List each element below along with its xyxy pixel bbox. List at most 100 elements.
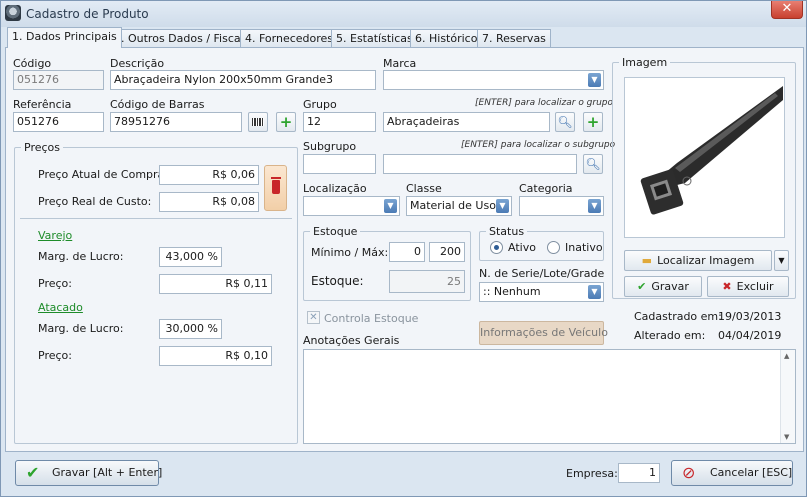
gravar-button[interactable]: ✔ Gravar [Alt + Enter] xyxy=(15,460,162,486)
subgrupo-name-field[interactable] xyxy=(383,154,577,174)
veiculo-button[interactable]: Informações de Veículo xyxy=(479,321,608,345)
varejo-margem-label: Marg. de Lucro: xyxy=(38,250,124,263)
referencia-label: Referência xyxy=(13,98,72,111)
tab-dados-principais[interactable]: 1. Dados Principais xyxy=(7,27,122,48)
tab-fornecedores[interactable]: 4. Fornecedores xyxy=(240,29,339,48)
tab-outros-dados-fiscais[interactable]: 2. Outros Dados / Fiscais xyxy=(109,29,255,48)
cable-tie-image xyxy=(640,86,783,215)
grupo-code-field[interactable]: 12 xyxy=(303,112,376,132)
estoque-max-field[interactable]: 200 xyxy=(429,242,465,262)
codigo-label: Código xyxy=(13,57,52,70)
x-icon: ✖ xyxy=(722,280,732,293)
clear-prices-button[interactable] xyxy=(264,165,287,211)
check-icon: ✔ xyxy=(26,463,40,482)
referencia-field[interactable]: 051276 xyxy=(13,112,104,132)
descricao-field[interactable]: Abraçadeira Nylon 200x50mm Grande3 xyxy=(110,70,376,90)
add-grupo-button[interactable]: + xyxy=(583,112,603,132)
scroll-down-icon: ▼ xyxy=(784,433,790,441)
add-barcode-button[interactable]: + xyxy=(276,112,296,132)
barcode-button[interactable] xyxy=(248,112,268,132)
codigo-barras-field[interactable]: 78951276 xyxy=(110,112,242,132)
controla-estoque-checkbox[interactable]: ✕ xyxy=(307,311,320,324)
localizar-imagem-button[interactable]: ▬ Localizar Imagem xyxy=(624,250,772,271)
codigo-field[interactable]: 051276 xyxy=(13,70,104,90)
tab-historico[interactable]: 6. Histórico xyxy=(410,29,483,48)
alterado-value: 04/04/2019 xyxy=(718,329,782,342)
marca-label: Marca xyxy=(383,57,417,70)
scroll-up-icon: ▲ xyxy=(784,352,790,360)
grupo-name-field[interactable]: Abraçadeiras xyxy=(383,112,550,132)
anotacoes-textarea[interactable]: ▲ ▼ xyxy=(303,349,796,444)
localizacao-select[interactable]: ▼ xyxy=(303,196,400,216)
alterado-label: Alterado em: xyxy=(634,329,706,342)
cancelar-button[interactable]: ⊘ Cancelar [ESC] xyxy=(671,460,793,486)
estoque-group: Estoque Mínimo / Máx: 0 200 Estoque: 25 xyxy=(303,225,471,301)
tab-bar: 1. Dados Principais 2. Outros Dados / Fi… xyxy=(5,27,805,48)
atacado-margem-label: Marg. de Lucro: xyxy=(38,322,124,335)
tab-estatisticas[interactable]: 5. Estatísticas xyxy=(331,29,418,48)
classe-select[interactable]: Material de Uso e ▼ xyxy=(406,196,512,216)
categoria-label: Categoria xyxy=(519,182,573,195)
status-ativo-radio[interactable] xyxy=(490,241,503,254)
varejo-preco-field[interactable]: R$ 0,11 xyxy=(159,274,272,294)
atacado-margem-field[interactable]: 30,000 % xyxy=(159,319,222,339)
footer: ✔ Gravar [Alt + Enter] Empresa: 1 ⊘ Canc… xyxy=(1,453,806,496)
check-icon: ✕ xyxy=(309,312,318,323)
varejo-preco-label: Preço: xyxy=(38,277,72,290)
minmax-label: Mínimo / Máx: xyxy=(311,246,389,259)
chevron-down-icon: ▼ xyxy=(588,199,601,213)
status-inativo-label: Inativo xyxy=(565,241,603,254)
precos-group: Preços Preço Atual de Compra: R$ 0,06 Pr… xyxy=(14,141,298,444)
window-title: Cadastro de Produto xyxy=(26,7,149,21)
estoque-min-field[interactable]: 0 xyxy=(389,242,425,262)
subgrupo-hint: [ENTER] para localizar o subgrupo xyxy=(461,140,616,150)
empresa-field[interactable]: 1 xyxy=(618,463,660,483)
marca-select[interactable]: ▼ xyxy=(383,70,604,90)
classe-label: Classe xyxy=(406,182,442,195)
estoque-title: Estoque xyxy=(310,225,361,238)
status-group: Status Ativo Inativo xyxy=(479,225,604,261)
serie-select[interactable]: :: Nenhum ▼ xyxy=(479,282,604,302)
tab-content: Código 051276 Descrição Abraçadeira Nylo… xyxy=(5,47,804,452)
product-image xyxy=(624,77,785,238)
cadastrado-value: 19/03/2013 xyxy=(718,310,782,323)
preco-custo-field[interactable]: R$ 0,08 xyxy=(159,192,259,212)
grupo-hint: [ENTER] para localizar o grupo xyxy=(475,98,614,108)
imagem-menu-button[interactable]: ▼ xyxy=(774,250,789,271)
localizacao-label: Localização xyxy=(303,182,367,195)
atacado-title: Atacado xyxy=(38,301,83,314)
close-button[interactable]: ✕ xyxy=(771,1,803,19)
estoque-field[interactable]: 25 xyxy=(389,270,465,293)
descricao-label: Descrição xyxy=(110,57,165,70)
plus-icon: + xyxy=(586,113,600,131)
check-icon: ✔ xyxy=(637,280,647,293)
imagem-title: Imagem xyxy=(619,56,671,69)
atacado-preco-label: Preço: xyxy=(38,349,72,362)
atacado-preco-field[interactable]: R$ 0,10 xyxy=(159,346,272,366)
gravar-imagem-button[interactable]: ✔ Gravar xyxy=(624,276,702,297)
cancel-icon: ⊘ xyxy=(682,463,696,482)
anotacoes-label: Anotações Gerais xyxy=(303,334,400,347)
chevron-down-icon: ▼ xyxy=(588,285,601,299)
preco-compra-field[interactable]: R$ 0,06 xyxy=(159,165,259,185)
tab-reservas[interactable]: 7. Reservas xyxy=(477,29,551,48)
excluir-imagem-button[interactable]: ✖ Excluir xyxy=(707,276,789,297)
anotacoes-scrollbar[interactable]: ▲ ▼ xyxy=(780,350,795,443)
subgrupo-code-field[interactable] xyxy=(303,154,376,174)
app-icon xyxy=(5,5,21,21)
chevron-down-icon: ▼ xyxy=(588,73,601,87)
chevron-down-icon: ▼ xyxy=(384,199,397,213)
close-icon: ✕ xyxy=(781,1,793,16)
codigo-barras-label: Código de Barras xyxy=(110,98,205,111)
search-grupo-button[interactable]: 🔍︎ xyxy=(555,112,575,132)
controla-estoque-label: Controla Estoque xyxy=(324,312,419,325)
estoque-label: Estoque: xyxy=(311,274,364,288)
varejo-margem-field[interactable]: 43,000 % xyxy=(159,247,222,267)
status-inativo-radio[interactable] xyxy=(547,241,560,254)
status-title: Status xyxy=(486,225,528,238)
search-subgrupo-button[interactable]: 🔍︎ xyxy=(583,154,603,174)
categoria-select[interactable]: ▼ xyxy=(519,196,604,216)
precos-title: Preços xyxy=(21,141,63,154)
plus-icon: + xyxy=(279,113,293,131)
trash-icon xyxy=(271,177,281,194)
